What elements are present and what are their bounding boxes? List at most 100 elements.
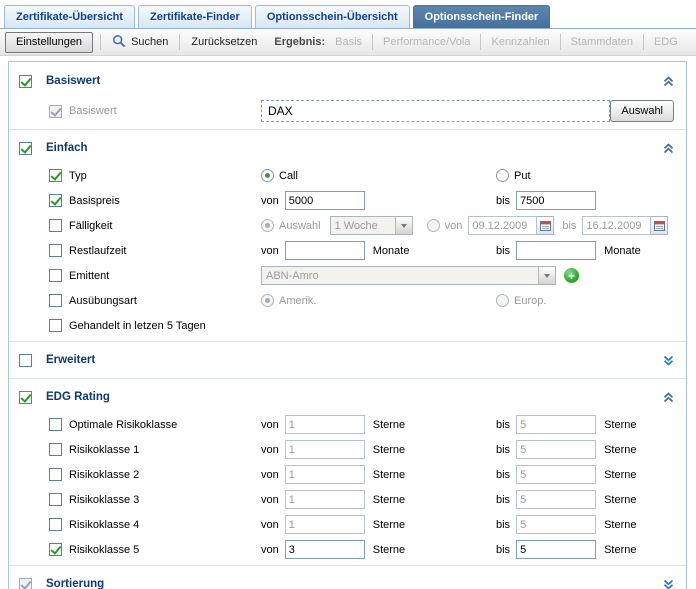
tab-optionsschein-finder[interactable]: Optionsschein-Finder — [413, 5, 551, 28]
bis-sterne-input[interactable] — [516, 490, 596, 509]
calendar-icon[interactable] — [537, 216, 554, 235]
result-tab-performance-vola[interactable]: Performance/Vola — [380, 36, 473, 48]
datum-von-radio[interactable] — [427, 219, 440, 232]
sterne-label: Sterne — [373, 419, 405, 431]
emittent-checkbox[interactable] — [49, 269, 62, 282]
gehandelt-checkbox[interactable] — [49, 319, 62, 332]
optimale-risikoklasse-row: Optimale Risikoklasse von Sterne bis Ste… — [9, 412, 686, 437]
expand-chevron-down-icon[interactable] — [663, 355, 674, 366]
row-label: Restlaufzeit — [69, 245, 126, 257]
typ-checkbox[interactable] — [49, 169, 62, 182]
periode-select-value: 1 Woche — [331, 220, 395, 232]
erweitert-section-checkbox[interactable] — [19, 354, 32, 367]
monate-label: Monate — [604, 245, 641, 257]
bis-label: bis — [496, 494, 510, 506]
bis-sterne-input[interactable] — [516, 515, 596, 534]
sterne-label: Sterne — [604, 494, 636, 506]
dropdown-arrow-icon — [538, 267, 555, 284]
row-label: Risikoklasse 4 — [69, 519, 139, 531]
row-label: Risikoklasse 3 — [69, 494, 139, 506]
expand-chevron-down-icon[interactable] — [663, 579, 674, 589]
europ-radio[interactable] — [496, 294, 509, 307]
sterne-label: Sterne — [604, 469, 636, 481]
sortierung-section-checkbox[interactable] — [19, 578, 32, 589]
basiswert-section-checkbox[interactable] — [19, 75, 32, 88]
section-title: Sortierung — [46, 578, 104, 589]
einfach-section-checkbox[interactable] — [19, 142, 32, 155]
emittent-select[interactable]: ABN-Amro — [261, 266, 556, 285]
periode-select[interactable]: 1 Woche — [330, 216, 413, 235]
restlaufzeit-bis-input[interactable] — [516, 241, 596, 260]
auswahl-radio[interactable] — [261, 219, 274, 232]
bis-sterne-input[interactable] — [516, 440, 596, 459]
result-tab-basis[interactable]: Basis — [332, 36, 365, 48]
optimale-risikoklasse-checkbox[interactable] — [49, 418, 62, 431]
section-header-sortierung: Sortierung — [9, 569, 686, 589]
suchen-button[interactable]: Suchen — [108, 32, 172, 53]
put-radio[interactable] — [496, 169, 509, 182]
date-von-input[interactable] — [468, 216, 537, 235]
ausuebungsart-checkbox[interactable] — [49, 294, 62, 307]
date-von-field — [468, 216, 554, 235]
einstellungen-button[interactable]: Einstellungen — [5, 32, 93, 53]
restlaufzeit-von-input[interactable] — [285, 241, 365, 260]
section-title: Einfach — [46, 142, 88, 154]
von-sterne-input[interactable] — [285, 415, 365, 434]
basiswert-checkbox[interactable] — [49, 105, 62, 118]
edg-section-checkbox[interactable] — [19, 391, 32, 404]
von-label: von — [261, 444, 279, 456]
basiswert-input[interactable]: DAX — [261, 100, 610, 122]
risikoklasse-4-checkbox[interactable] — [49, 518, 62, 531]
sterne-label: Sterne — [373, 469, 405, 481]
suchen-label: Suchen — [131, 36, 168, 48]
von-sterne-input[interactable] — [285, 490, 365, 509]
risikoklasse-2-checkbox[interactable] — [49, 468, 62, 481]
faelligkeit-checkbox[interactable] — [49, 219, 62, 232]
put-label: Put — [514, 170, 531, 182]
tab-zertifikate-uebersicht[interactable]: Zertifikate-Übersicht — [4, 5, 135, 28]
risikoklasse-5-checkbox[interactable] — [49, 543, 62, 556]
ausuebungsart-row: Ausübungsart Amerik. Europ. — [9, 288, 686, 313]
basispreis-bis-input[interactable] — [516, 191, 596, 210]
amerik-radio[interactable] — [261, 294, 274, 307]
auswahl-radio-label: Auswahl — [279, 220, 321, 232]
sterne-label: Sterne — [373, 444, 405, 456]
von-sterne-input[interactable] — [285, 465, 365, 484]
risikoklasse-4-row: Risikoklasse 4 von Sterne bis Sterne — [9, 512, 686, 537]
von-sterne-input[interactable] — [285, 515, 365, 534]
add-emittent-icon[interactable]: + — [564, 268, 579, 283]
collapse-chevron-up-icon[interactable] — [663, 76, 674, 87]
risikoklasse-3-checkbox[interactable] — [49, 493, 62, 506]
call-radio[interactable] — [261, 169, 274, 182]
zuruecksetzen-button[interactable]: Zurücksetzen — [187, 34, 261, 50]
von-sterne-input[interactable] — [285, 440, 365, 459]
tab-zertifikate-finder[interactable]: Zertifikate-Finder — [138, 5, 252, 28]
section-title: EDG Rating — [46, 391, 110, 403]
zuruecksetzen-label: Zurücksetzen — [191, 36, 257, 48]
basispreis-checkbox[interactable] — [49, 194, 62, 207]
risikoklasse-1-checkbox[interactable] — [49, 443, 62, 456]
collapse-chevron-up-icon[interactable] — [663, 392, 674, 403]
bis-sterne-input[interactable] — [516, 415, 596, 434]
row-label: Emittent — [69, 270, 109, 282]
result-tab-stammdaten[interactable]: Stammdaten — [568, 36, 636, 48]
date-bis-input[interactable] — [582, 216, 651, 235]
section-header-basiswert: Basiswert — [9, 66, 686, 96]
row-label: Risikoklasse 5 — [69, 544, 139, 556]
bis-label: bis — [496, 544, 510, 556]
result-tab-edg[interactable]: EDG — [651, 36, 681, 48]
tab-bar: Zertifikate-Übersicht Zertifikate-Finder… — [0, 0, 696, 29]
calendar-icon[interactable] — [651, 216, 668, 235]
von-label: von — [261, 245, 279, 257]
bis-sterne-input[interactable] — [516, 465, 596, 484]
toolbar-separator — [372, 34, 373, 50]
tab-optionsschein-uebersicht[interactable]: Optionsschein-Übersicht — [255, 5, 410, 28]
bis-sterne-input[interactable] — [516, 540, 596, 559]
result-tab-kennzahlen[interactable]: Kennzahlen — [488, 36, 552, 48]
sterne-label: Sterne — [373, 544, 405, 556]
auswahl-button[interactable]: Auswahl — [610, 100, 674, 122]
collapse-chevron-up-icon[interactable] — [663, 143, 674, 154]
von-sterne-input[interactable] — [285, 540, 365, 559]
restlaufzeit-checkbox[interactable] — [49, 244, 62, 257]
basispreis-von-input[interactable] — [285, 191, 365, 210]
